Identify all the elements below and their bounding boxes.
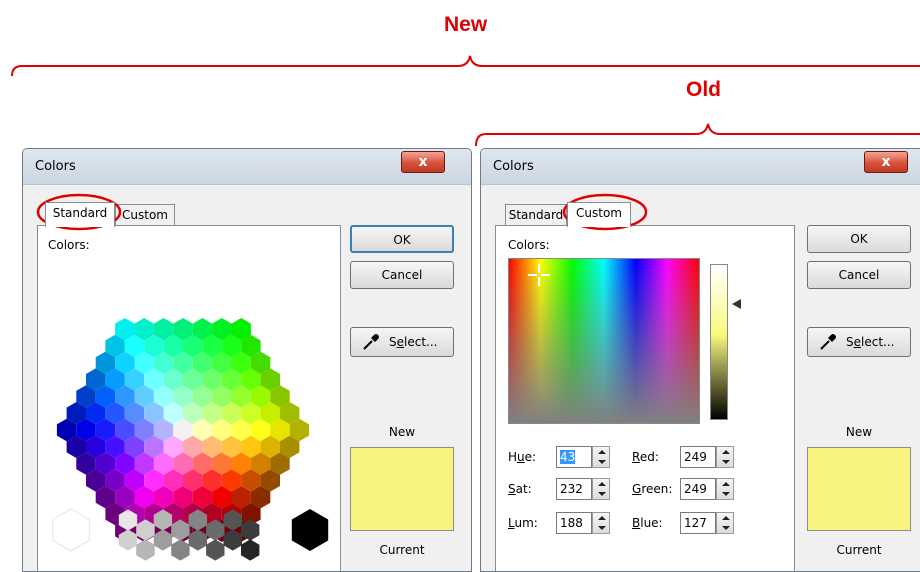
- current-caption: Current: [379, 543, 425, 557]
- hue-label: Hue:: [508, 450, 537, 464]
- lum-spinner[interactable]: [592, 512, 610, 534]
- cancel-button[interactable]: Cancel: [807, 261, 911, 289]
- select-label-post: lect...: [404, 335, 438, 349]
- tab-custom[interactable]: Custom: [567, 202, 631, 227]
- title-bar: Colors x: [481, 149, 920, 185]
- new-caption: New: [388, 425, 416, 439]
- green-input[interactable]: 249: [680, 478, 716, 500]
- hue-input[interactable]: 43: [556, 446, 592, 468]
- palette-grey-cell[interactable]: [171, 539, 190, 561]
- color-preview-swatch: [350, 447, 454, 531]
- standard-colors-panel: Colors:: [37, 225, 342, 572]
- red-label: Red:: [632, 450, 659, 464]
- palette-black-cell[interactable]: [291, 509, 329, 551]
- spectrum-crosshair[interactable]: [528, 264, 550, 286]
- sat-label: Sat:: [508, 482, 532, 496]
- tab-standard[interactable]: Standard: [505, 204, 567, 227]
- sat-spinner[interactable]: [592, 478, 610, 500]
- palette-white-cell[interactable]: [52, 508, 90, 552]
- tab-custom[interactable]: Custom: [115, 204, 175, 227]
- colors-label: Colors:: [508, 238, 550, 252]
- new-colors-dialog: Colors x Standard Custom Colors: OK Canc…: [22, 148, 472, 572]
- old-annotation-label: Old: [686, 78, 721, 101]
- title-bar: Colors x: [23, 149, 471, 185]
- select-label-pre: S: [389, 335, 397, 349]
- select-button[interactable]: Select...: [807, 327, 911, 357]
- close-button[interactable]: x: [401, 151, 445, 173]
- custom-colors-panel: Colors: Hue: 43 Sat: 232 Lum: 188 Red: 2…: [495, 225, 795, 571]
- hue-spinner[interactable]: [592, 446, 610, 468]
- blue-input[interactable]: 127: [680, 512, 716, 534]
- new-bracket: [11, 55, 920, 77]
- select-label-mnemonic: e: [396, 335, 405, 349]
- eyedropper-icon: [363, 334, 379, 350]
- ok-button[interactable]: OK: [350, 225, 454, 253]
- tab-standard[interactable]: Standard: [45, 202, 115, 227]
- close-icon: x: [881, 154, 891, 170]
- lum-label: Lum:: [508, 516, 538, 530]
- palette-grey-cell[interactable]: [206, 539, 225, 561]
- luminance-bar[interactable]: [710, 264, 728, 420]
- close-icon: x: [418, 154, 428, 170]
- old-bracket: [475, 123, 920, 147]
- eyedropper-icon: [820, 334, 836, 350]
- select-button[interactable]: Select...: [350, 327, 454, 357]
- select-label-post: lect...: [861, 335, 895, 349]
- new-caption: New: [845, 425, 873, 439]
- luminance-slider-arrow[interactable]: [732, 299, 741, 309]
- lum-input[interactable]: 188: [556, 512, 592, 534]
- color-hexagon-palette[interactable]: [38, 226, 342, 572]
- sat-input[interactable]: 232: [556, 478, 592, 500]
- select-label-pre: S: [846, 335, 854, 349]
- red-spinner[interactable]: [716, 446, 734, 468]
- color-preview-swatch: [807, 447, 911, 531]
- palette-grey-cell[interactable]: [241, 539, 260, 561]
- blue-spinner[interactable]: [716, 512, 734, 534]
- dialog-title: Colors: [35, 159, 76, 174]
- palette-grey-cell[interactable]: [136, 539, 155, 561]
- current-caption: Current: [836, 543, 882, 557]
- dialog-title: Colors: [493, 159, 534, 174]
- new-annotation-label: New: [444, 13, 488, 36]
- old-colors-dialog: Colors x Standard Custom Colors: Hue: 43…: [480, 148, 920, 572]
- select-label-mnemonic: e: [853, 335, 862, 349]
- screenshot-canvas: New Old Colors x Standard Custom Colors:…: [0, 0, 920, 572]
- close-button[interactable]: x: [864, 151, 908, 173]
- green-label: Green:: [632, 482, 673, 496]
- cancel-button[interactable]: Cancel: [350, 261, 454, 289]
- blue-label: Blue:: [632, 516, 663, 530]
- ok-button[interactable]: OK: [807, 225, 911, 253]
- green-spinner[interactable]: [716, 478, 734, 500]
- red-input[interactable]: 249: [680, 446, 716, 468]
